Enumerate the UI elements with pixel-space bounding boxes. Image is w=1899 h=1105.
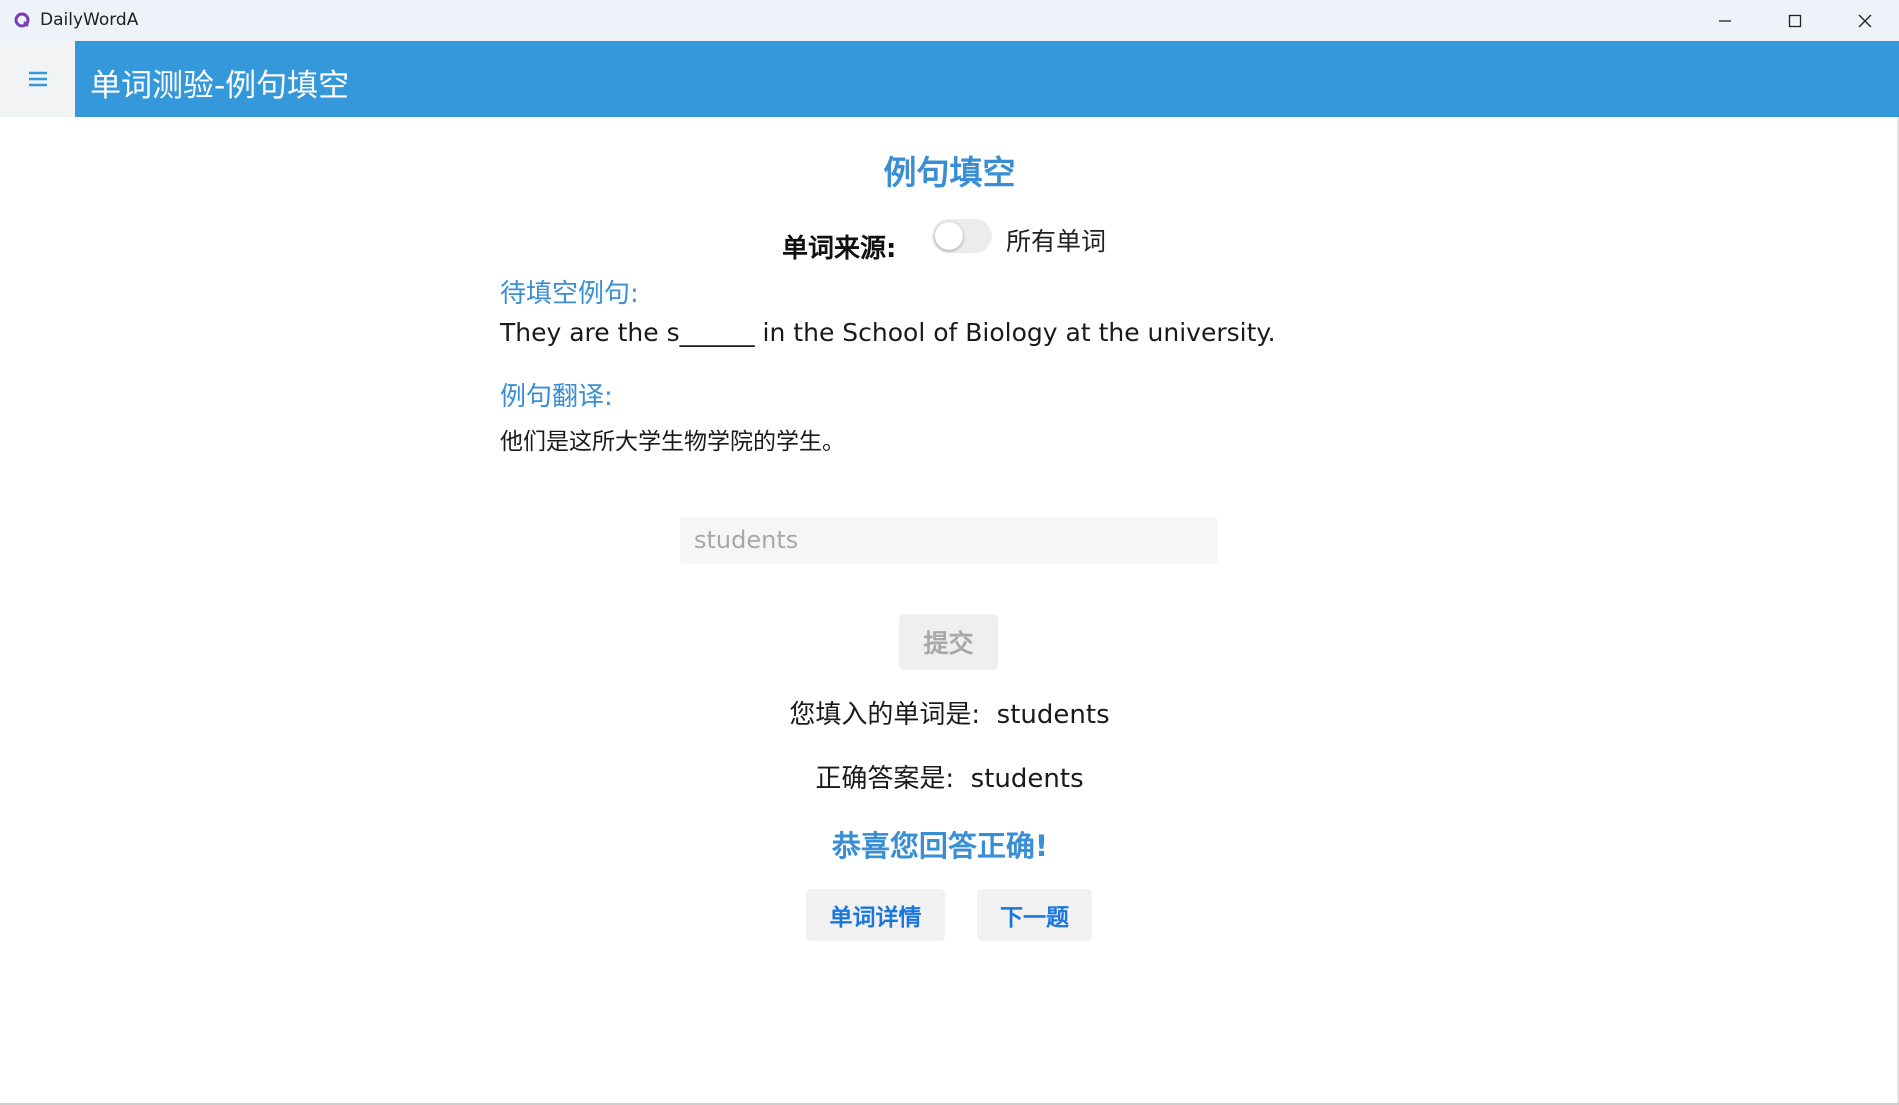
- page-title: 单词测验-例句填空: [90, 68, 350, 104]
- section-title: 例句填空: [883, 153, 1016, 192]
- maximize-icon: [1788, 14, 1802, 27]
- congrats-message: 恭喜您回答正确!: [831, 829, 1049, 863]
- correct-answer-line: 正确答案是: students: [0, 758, 1899, 795]
- example-sentence: They are the s______ in the School of Bi…: [500, 318, 1276, 347]
- sentence-label: 待填空例句:: [500, 279, 639, 309]
- correct-answer-label: 正确答案是:: [815, 764, 955, 794]
- word-source-value: 所有单词: [1006, 227, 1107, 256]
- your-answer-value: students: [996, 700, 1110, 730]
- your-answer-line: 您填入的单词是: students: [0, 694, 1899, 731]
- window-titlebar: DailyWordA: [0, 0, 1899, 41]
- app-header: 单词测验-例句填空: [75, 41, 1899, 117]
- submit-button[interactable]: 提交: [899, 614, 998, 670]
- close-icon: [1858, 14, 1872, 27]
- translation-label: 例句翻译:: [500, 382, 613, 412]
- minimize-icon: [1719, 19, 1731, 22]
- hamburger-menu-button[interactable]: [0, 41, 75, 117]
- next-question-button[interactable]: 下一题: [977, 889, 1092, 941]
- correct-answer-value: students: [970, 764, 1084, 794]
- sentence-translation: 他们是这所大学生物学院的学生。: [500, 429, 845, 455]
- your-answer-label: 您填入的单词是:: [789, 700, 981, 730]
- word-source-toggle[interactable]: [932, 219, 992, 253]
- answer-input[interactable]: students: [680, 517, 1218, 564]
- close-button[interactable]: [1830, 0, 1899, 41]
- word-details-button[interactable]: 单词详情: [806, 889, 945, 941]
- app-title: DailyWordA: [40, 10, 139, 30]
- word-source-label: 单词来源:: [782, 234, 897, 264]
- toggle-knob: [935, 222, 963, 250]
- minimize-button[interactable]: [1690, 0, 1760, 41]
- hamburger-menu-icon: [28, 71, 47, 87]
- maximize-button[interactable]: [1760, 0, 1830, 41]
- app-logo-icon: [14, 12, 30, 28]
